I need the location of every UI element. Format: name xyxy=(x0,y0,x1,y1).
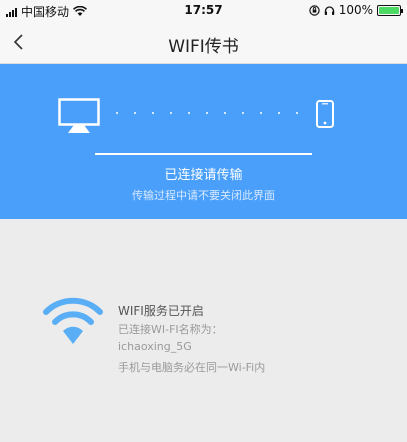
orientation-lock-icon xyxy=(308,4,320,16)
wifi-icon xyxy=(43,297,103,344)
status-bar: 中国移动 17:57 100% xyxy=(0,0,407,22)
wifi-connected-label: 已连接WI-FI名称为： xyxy=(118,323,223,336)
transfer-hint: 传输过程中请不要关闭此界面 xyxy=(132,189,275,202)
transfer-dots xyxy=(116,112,298,114)
transfer-banner: 已连接请传输 传输过程中请不要关闭此界面 xyxy=(0,64,407,219)
battery-percent: 100% xyxy=(338,3,373,17)
headphones-icon xyxy=(324,5,334,15)
page-title: WIFI传书 xyxy=(168,37,239,57)
status-right: 100% xyxy=(308,3,403,17)
transfer-status: 已连接请传输 xyxy=(164,168,243,183)
navigation-bar: WIFI传书 xyxy=(0,22,407,64)
wifi-service-title: WIFI服务已开启 xyxy=(118,304,204,318)
battery-fill xyxy=(379,6,399,14)
battery-icon xyxy=(377,4,403,16)
transfer-progress-bar xyxy=(95,153,312,155)
wifi-same-network-note: 手机与电脑务必在同一Wi-Fi内 xyxy=(118,361,266,374)
monitor-icon xyxy=(58,98,100,133)
wifi-ssid: ichaoxing_5G xyxy=(118,340,192,353)
phone-icon xyxy=(316,100,334,128)
